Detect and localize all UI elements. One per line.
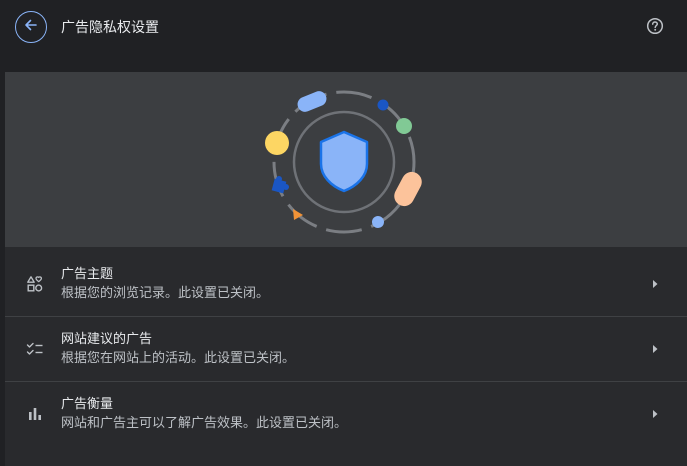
shield-with-orbit-illustration [265, 90, 422, 234]
setting-description: 根据您的浏览记录。此设置已关闭。 [61, 286, 270, 301]
help-circle-icon [646, 17, 664, 39]
chevron-right-icon [649, 277, 661, 291]
setting-title: 网站建议的广告 [61, 332, 153, 347]
dark-blue-dot [377, 99, 389, 111]
peach-pill-shape [394, 171, 422, 207]
setting-title: 广告主题 [61, 267, 114, 282]
yellow-circle [265, 131, 289, 155]
setting-row-ad-topics[interactable]: 广告主题 根据您的浏览记录。此设置已关闭。 [5, 252, 687, 316]
checklist-icon [25, 339, 45, 359]
hero-banner [5, 72, 687, 247]
settings-panel: 广告主题 根据您的浏览记录。此设置已关闭。 网站建议的广告 根据您在网站上的活动… [5, 72, 687, 466]
header: 广告隐私权设置 [0, 0, 687, 56]
ad-privacy-page: 广告隐私权设置 广告主题 根据您的浏览记录。此设置已关闭。 网站建议的广告 根据… [0, 0, 687, 466]
light-blue-dot [372, 216, 384, 228]
green-dot [396, 118, 412, 134]
back-button[interactable] [15, 11, 47, 43]
chevron-right-icon [649, 407, 661, 421]
setting-title: 广告衡量 [61, 397, 114, 412]
setting-row-ad-measurement[interactable]: 广告衡量 网站和广告主可以了解广告效果。此设置已关闭。 [5, 382, 687, 446]
bar-chart-icon [25, 404, 45, 424]
arrow-back-icon [23, 17, 39, 37]
shapes-icon [25, 274, 45, 294]
setting-description: 网站和广告主可以了解广告效果。此设置已关闭。 [61, 416, 348, 431]
setting-row-site-suggested-ads[interactable]: 网站建议的广告 根据您在网站上的活动。此设置已关闭。 [5, 317, 687, 381]
blue-pill-shape [297, 91, 327, 112]
page-title: 广告隐私权设置 [61, 20, 159, 36]
chevron-right-icon [649, 342, 661, 356]
help-button[interactable] [645, 17, 665, 39]
setting-description: 根据您在网站上的活动。此设置已关闭。 [61, 351, 296, 366]
shield-icon [319, 130, 369, 193]
